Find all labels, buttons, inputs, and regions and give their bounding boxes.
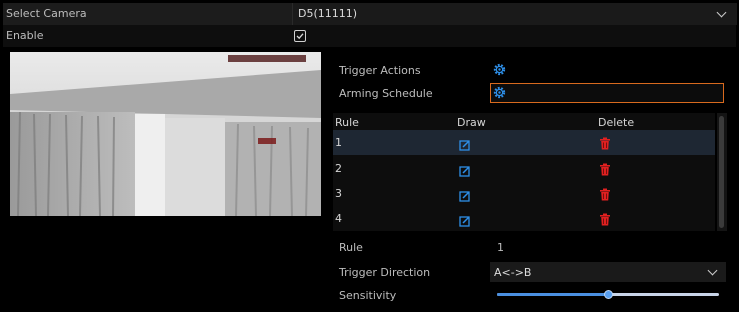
sensitivity-label: Sensitivity <box>339 289 397 302</box>
sensitivity-slider-handle[interactable] <box>604 290 613 299</box>
rule-label: Rule <box>339 241 363 254</box>
rule-number: 1 <box>335 136 342 149</box>
camera-select[interactable]: D5(11111) <box>292 3 737 25</box>
rule-value: 1 <box>497 241 504 254</box>
edit-icon[interactable] <box>459 212 471 231</box>
enable-label: Enable <box>6 29 44 42</box>
camera-select-value: D5(11111) <box>298 7 358 20</box>
header-draw: Draw <box>457 116 486 129</box>
trash-icon[interactable] <box>599 135 611 154</box>
trash-icon[interactable] <box>599 186 611 205</box>
trash-icon[interactable] <box>599 161 611 180</box>
edit-icon[interactable] <box>459 187 471 206</box>
select-camera-label: Select Camera <box>6 7 87 20</box>
chevron-down-icon <box>716 7 727 18</box>
trash-icon[interactable] <box>599 211 611 230</box>
sensitivity-slider-fill <box>497 293 608 296</box>
gear-icon <box>493 86 506 99</box>
enable-row <box>3 25 736 47</box>
arming-schedule-gear-icon[interactable] <box>493 86 506 99</box>
table-row[interactable]: 1 <box>333 130 715 155</box>
camera-feed-image <box>10 52 321 216</box>
table-row[interactable]: 2 <box>333 156 715 181</box>
trigger-direction-value: A<->B <box>494 266 532 279</box>
table-row[interactable]: 4 <box>333 206 715 231</box>
trigger-actions-gear-icon[interactable] <box>493 63 506 76</box>
rule-number: 3 <box>335 187 342 200</box>
enable-checkbox[interactable] <box>294 30 306 42</box>
chevron-down-icon <box>707 265 718 276</box>
trigger-actions-label: Trigger Actions <box>339 64 421 77</box>
rule-table: Rule Draw Delete 1 2 3 4 <box>333 113 715 231</box>
header-delete: Delete <box>598 116 635 129</box>
table-scrollbar-thumb[interactable] <box>719 116 724 228</box>
header-rule: Rule <box>335 116 359 129</box>
trigger-direction-label: Trigger Direction <box>339 266 431 279</box>
trigger-direction-select[interactable]: A<->B <box>490 262 726 282</box>
arming-schedule-label: Arming Schedule <box>339 87 433 100</box>
arming-schedule-field[interactable] <box>490 83 724 103</box>
edit-icon[interactable] <box>459 162 471 181</box>
rule-number: 2 <box>335 162 342 175</box>
table-row[interactable]: 3 <box>333 181 715 206</box>
camera-preview[interactable] <box>10 52 321 216</box>
checkmark-icon <box>296 33 304 40</box>
gear-icon <box>493 63 506 76</box>
rule-number: 4 <box>335 212 342 225</box>
edit-icon[interactable] <box>459 136 471 155</box>
